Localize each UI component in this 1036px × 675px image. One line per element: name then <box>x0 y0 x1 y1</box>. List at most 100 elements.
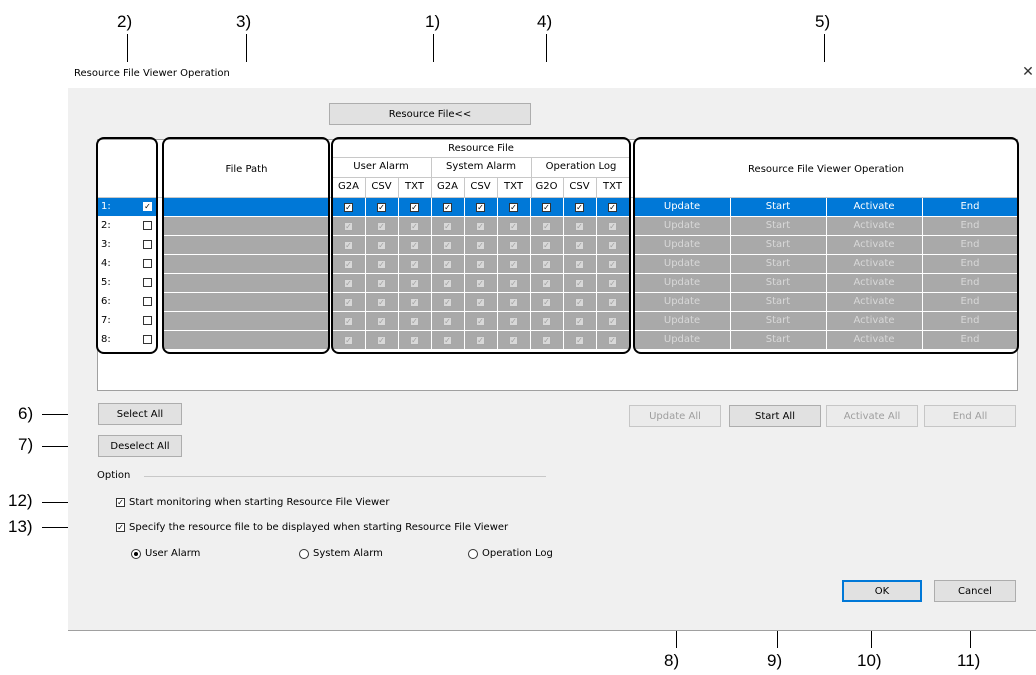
action-update-cell[interactable]: Update <box>634 331 730 349</box>
resource-type-cell[interactable]: ✓ <box>431 198 464 216</box>
resource-type-cell[interactable]: ✓ <box>497 198 530 216</box>
start-monitoring-option[interactable]: ✓ Start monitoring when starting Resourc… <box>116 497 389 508</box>
radio-operation-log[interactable]: Operation Log <box>468 548 553 559</box>
cancel-button[interactable]: Cancel <box>934 580 1016 602</box>
resource-type-checkbox[interactable]: ✓ <box>443 202 452 212</box>
action-end-cell[interactable]: End <box>922 312 1018 330</box>
resource-type-checkbox[interactable]: ✓ <box>509 259 518 269</box>
resource-type-cell[interactable]: ✓ <box>596 312 629 330</box>
resource-type-cell[interactable]: ✓ <box>497 255 530 273</box>
resource-type-checkbox[interactable]: ✓ <box>509 316 518 326</box>
resource-type-cell[interactable]: ✓ <box>431 255 464 273</box>
resource-type-cell[interactable]: ✓ <box>431 236 464 254</box>
resource-type-checkbox[interactable]: ✓ <box>443 316 452 326</box>
radio-system-alarm[interactable]: System Alarm <box>299 548 383 559</box>
action-start-cell[interactable]: Start <box>730 274 826 292</box>
resource-type-cell[interactable]: ✓ <box>497 217 530 235</box>
resource-type-checkbox[interactable]: ✓ <box>575 335 584 345</box>
action-start-cell[interactable]: Start <box>730 312 826 330</box>
resource-type-cell[interactable]: ✓ <box>398 255 431 273</box>
radio-system-alarm-icon[interactable] <box>299 548 309 559</box>
resource-type-cell[interactable]: ✓ <box>530 255 563 273</box>
file-path-cell[interactable] <box>163 236 330 254</box>
resource-type-cell[interactable]: ✓ <box>530 198 563 216</box>
action-start-cell[interactable]: Start <box>730 331 826 349</box>
radio-user-alarm-icon[interactable] <box>131 548 141 559</box>
resource-type-cell[interactable]: ✓ <box>530 293 563 311</box>
file-path-cell[interactable] <box>163 198 330 216</box>
row-number-cell[interactable]: 8: <box>98 331 158 349</box>
resource-type-cell[interactable]: ✓ <box>596 331 629 349</box>
resource-type-checkbox[interactable]: ✓ <box>410 316 419 326</box>
specify-resource-checkbox[interactable]: ✓ <box>116 523 125 532</box>
action-activate-cell[interactable]: Activate <box>826 312 922 330</box>
resource-type-cell[interactable]: ✓ <box>563 255 596 273</box>
resource-type-cell[interactable]: ✓ <box>365 331 398 349</box>
resource-type-cell[interactable]: ✓ <box>365 198 398 216</box>
resource-type-checkbox[interactable]: ✓ <box>377 259 386 269</box>
resource-type-cell[interactable]: ✓ <box>464 217 497 235</box>
resource-type-checkbox[interactable]: ✓ <box>542 202 551 212</box>
row-select-checkbox[interactable] <box>143 316 152 325</box>
resource-type-checkbox[interactable]: ✓ <box>575 297 584 307</box>
resource-type-checkbox[interactable]: ✓ <box>608 202 617 212</box>
resource-type-cell[interactable]: ✓ <box>596 274 629 292</box>
action-start-cell[interactable]: Start <box>730 255 826 273</box>
resource-type-checkbox[interactable]: ✓ <box>476 259 485 269</box>
resource-type-cell[interactable]: ✓ <box>596 236 629 254</box>
action-start-cell[interactable]: Start <box>730 217 826 235</box>
resource-type-checkbox[interactable]: ✓ <box>377 297 386 307</box>
resource-type-checkbox[interactable]: ✓ <box>509 297 518 307</box>
resource-type-cell[interactable]: ✓ <box>431 312 464 330</box>
action-start-cell[interactable]: Start <box>730 198 826 216</box>
resource-type-checkbox[interactable]: ✓ <box>608 278 617 288</box>
resource-type-cell[interactable]: ✓ <box>563 331 596 349</box>
select-all-button[interactable]: Select All <box>98 403 182 425</box>
resource-type-cell[interactable]: ✓ <box>365 293 398 311</box>
resource-type-cell[interactable]: ✓ <box>497 312 530 330</box>
action-update-cell[interactable]: Update <box>634 198 730 216</box>
row-select-checkbox[interactable]: ✓ <box>143 202 152 211</box>
radio-user-alarm[interactable]: User Alarm <box>131 548 200 559</box>
resource-type-checkbox[interactable]: ✓ <box>443 221 452 231</box>
resource-type-checkbox[interactable]: ✓ <box>509 335 518 345</box>
resource-type-cell[interactable]: ✓ <box>497 236 530 254</box>
resource-type-checkbox[interactable]: ✓ <box>575 316 584 326</box>
resource-type-cell[interactable]: ✓ <box>332 274 365 292</box>
resource-type-checkbox[interactable]: ✓ <box>377 278 386 288</box>
resource-type-cell[interactable]: ✓ <box>398 236 431 254</box>
activate-all-button[interactable]: Activate All <box>826 405 918 427</box>
resource-type-checkbox[interactable]: ✓ <box>344 202 353 212</box>
row-number-cell[interactable]: 7: <box>98 312 158 330</box>
resource-type-checkbox[interactable]: ✓ <box>476 202 485 212</box>
resource-type-checkbox[interactable]: ✓ <box>608 316 617 326</box>
resource-type-cell[interactable]: ✓ <box>596 293 629 311</box>
resource-type-cell[interactable]: ✓ <box>332 217 365 235</box>
resource-type-checkbox[interactable]: ✓ <box>476 316 485 326</box>
action-update-cell[interactable]: Update <box>634 312 730 330</box>
resource-type-cell[interactable]: ✓ <box>563 293 596 311</box>
row-select-checkbox[interactable] <box>143 240 152 249</box>
file-path-cell[interactable] <box>163 331 330 349</box>
resource-type-cell[interactable]: ✓ <box>530 274 563 292</box>
resource-type-cell[interactable]: ✓ <box>431 274 464 292</box>
resource-type-cell[interactable]: ✓ <box>497 293 530 311</box>
resource-type-cell[interactable]: ✓ <box>365 312 398 330</box>
deselect-all-button[interactable]: Deselect All <box>98 435 182 457</box>
row-select-checkbox[interactable] <box>143 335 152 344</box>
resource-type-checkbox[interactable]: ✓ <box>608 240 617 250</box>
resource-type-cell[interactable]: ✓ <box>530 236 563 254</box>
action-activate-cell[interactable]: Activate <box>826 293 922 311</box>
resource-type-cell[interactable]: ✓ <box>431 331 464 349</box>
resource-type-checkbox[interactable]: ✓ <box>542 316 551 326</box>
resource-type-checkbox[interactable]: ✓ <box>575 278 584 288</box>
resource-type-checkbox[interactable]: ✓ <box>575 259 584 269</box>
resource-type-checkbox[interactable]: ✓ <box>377 240 386 250</box>
action-activate-cell[interactable]: Activate <box>826 255 922 273</box>
resource-type-checkbox[interactable]: ✓ <box>377 335 386 345</box>
action-activate-cell[interactable]: Activate <box>826 217 922 235</box>
resource-type-cell[interactable]: ✓ <box>332 331 365 349</box>
resource-type-cell[interactable]: ✓ <box>332 198 365 216</box>
resource-type-checkbox[interactable]: ✓ <box>344 221 353 231</box>
action-end-cell[interactable]: End <box>922 217 1018 235</box>
